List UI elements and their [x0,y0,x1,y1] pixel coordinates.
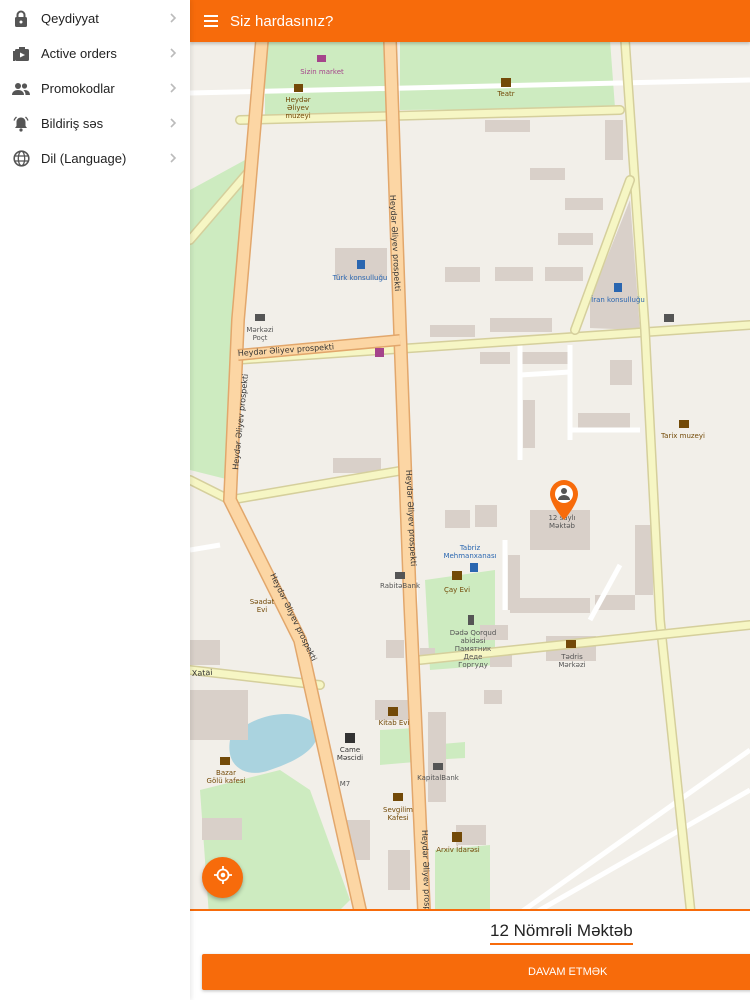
main-panel: Heydar Əliyev prospekti Heydər Əliyev pr… [190,0,750,1000]
flag-icon [614,283,622,292]
page-title: Siz hardasınız? [230,12,334,30]
shop-icon [375,348,384,357]
museum-icon [294,84,303,92]
map-poi-label: Sizin market [300,68,344,76]
theatre-icon [501,78,511,87]
map-poi-label: Türk konsulluğu [332,274,388,282]
lock-icon [12,10,30,28]
map-poi-label: Heydər Əliyev muzeyi [285,96,310,120]
selected-location-name[interactable]: 12 Nömrəli Məktəb [490,921,633,945]
top-app-bar: Siz hardasınız? [190,0,750,42]
bank-icon [433,763,443,770]
cafe-icon [220,757,230,765]
drawer-item-qeydiyyat[interactable]: Qeydiyyat [0,1,190,36]
continue-button-label: DAVAM ETMƏK [528,966,608,978]
post-icon [255,314,265,321]
globe-icon [12,150,30,168]
map-poi-label: KapitalBank [417,774,460,782]
cafe-icon [452,571,462,580]
school-icon [566,640,576,648]
library-icon [388,707,398,716]
map-street-label: Xatai [192,668,213,678]
map-poi-label: Çay Evi [444,586,470,594]
drawer-item-label: Bildiriş səs [41,116,104,131]
map-poi-label: M7 [340,780,351,788]
monument-icon [468,615,474,625]
archive-icon [452,832,462,842]
my-location-button[interactable] [202,857,243,898]
chevron-right-icon [166,46,180,60]
mosque-icon [345,733,355,743]
flag-icon [357,260,365,269]
map-view[interactable]: Heydar Əliyev prospekti Heydər Əliyev pr… [190,0,750,1000]
drawer-item-language[interactable]: Dil (Language) [0,141,190,176]
continue-button[interactable]: DAVAM ETMƏK [202,954,750,990]
chevron-right-icon [166,11,180,25]
map-poi-label: Arxiv İdarəsi [436,845,480,854]
museum-icon [679,420,689,428]
shop-icon [317,55,326,62]
drawer-item-label: Active orders [41,46,117,61]
map-poi-label: İran konsulluğu [591,295,645,304]
map-poi-label: Teatr [496,90,514,98]
chevron-right-icon [166,116,180,130]
chevron-right-icon [166,151,180,165]
bottom-panel: 12 Nömrəli Məktəb DAVAM ETMƏK [190,909,750,1000]
drawer-item-active-orders[interactable]: Active orders [0,36,190,71]
drawer-item-label: Dil (Language) [41,151,127,166]
map-poi-label: Tarix muzeyi [660,432,705,440]
map-poi-label: Came Məscidi [337,746,363,762]
my-location-icon [213,865,233,890]
bank-icon [395,572,405,579]
drawer-item-bildiris-ses[interactable]: Bildiriş səs [0,106,190,141]
people-icon [12,80,30,98]
parking-icon [470,563,478,572]
orders-icon [12,45,30,63]
chevron-right-icon [166,81,180,95]
drawer-item-label: Qeydiyyat [41,11,99,26]
navigation-drawer: Qeydiyyat Active orders Promokodlar Bild… [0,0,190,1000]
drawer-item-label: Promokodlar [41,81,115,96]
map-poi-label: Tədris Mərkəzi [558,653,585,669]
bell-icon [12,115,30,133]
drawer-item-promokodlar[interactable]: Promokodlar [0,71,190,106]
menu-icon[interactable] [190,0,232,42]
map-poi-label: RabitəBank [380,582,421,590]
map-poi-label: Kitab Evi [379,719,410,727]
cafe-icon [393,793,403,801]
museum-icon [664,314,674,322]
